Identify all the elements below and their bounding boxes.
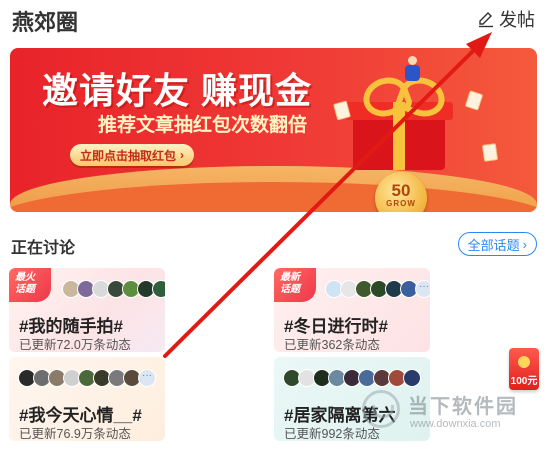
- topic-card[interactable]: ··· #我今天心情__# 已更新76.9万条动态: [9, 357, 165, 441]
- chevron-right-icon: ›: [180, 148, 185, 162]
- chevron-right-icon: ›: [522, 236, 527, 252]
- page-title: 燕郊圈: [12, 10, 79, 35]
- red-envelope-icon: [481, 143, 499, 162]
- topic-badge: 最火 话题: [9, 268, 51, 302]
- banner-cta-label: 立即点击抽取红包: [80, 148, 177, 163]
- avatar-stack: ···: [325, 280, 430, 298]
- redpack-amount: 100元: [510, 376, 538, 387]
- watermark-name: 当下软件园: [408, 396, 518, 418]
- top-bar: 燕郊圈 发帖: [0, 0, 549, 40]
- avatar-stack: ···: [18, 369, 156, 387]
- avatar: [152, 280, 165, 298]
- more-avatars-icon: ···: [138, 369, 156, 387]
- all-topics-label: 全部话题: [467, 237, 520, 253]
- edit-icon: [479, 12, 493, 28]
- watermark-url: www.downxia.com: [410, 418, 501, 430]
- topic-count: 已更新76.9万条动态: [19, 427, 131, 441]
- coin-icon: 50 GROW: [375, 172, 427, 212]
- coin-number: 50: [391, 181, 411, 200]
- more-avatars-icon: ···: [415, 280, 430, 298]
- coin-word: GROW: [386, 199, 416, 208]
- floating-redpack-button[interactable]: 100元: [509, 348, 539, 390]
- gift-box-icon: [339, 71, 459, 170]
- post-button[interactable]: 发帖: [477, 6, 535, 32]
- topic-card[interactable]: 最火 话题 #我的随手拍# 已更新72.0万条动态: [9, 268, 165, 352]
- topic-count: 已更新72.0万条动态: [19, 338, 131, 352]
- avatar-stack: [62, 280, 165, 298]
- topic-badge: 最新 话题: [274, 268, 316, 302]
- coin-icon: [518, 356, 530, 368]
- watermark: 当下软件园 www.downxia.com: [362, 386, 542, 438]
- banner-cta-button[interactable]: 立即点击抽取红包 ›: [70, 144, 195, 166]
- red-envelope-icon: [464, 90, 484, 111]
- topic-card[interactable]: 最新 话题 ··· #冬日进行时# 已更新362条动态: [274, 268, 430, 352]
- watermark-logo-icon: [362, 390, 400, 428]
- invite-banner[interactable]: 邀请好友 赚现金 推荐文章抽红包次数翻倍 立即点击抽取红包 › 50 GROW: [10, 48, 537, 212]
- person-illustration: [403, 56, 421, 86]
- all-topics-button[interactable]: 全部话题 ›: [457, 232, 537, 256]
- avatar-stack: [283, 369, 421, 387]
- section-title: 正在讨论: [11, 240, 76, 257]
- topic-count: 已更新362条动态: [284, 338, 380, 352]
- avatar: [403, 369, 421, 387]
- banner-headline: 邀请好友 赚现金: [42, 70, 313, 111]
- banner-subline: 推荐文章抽红包次数翻倍: [98, 115, 308, 136]
- post-button-label: 发帖: [499, 10, 535, 30]
